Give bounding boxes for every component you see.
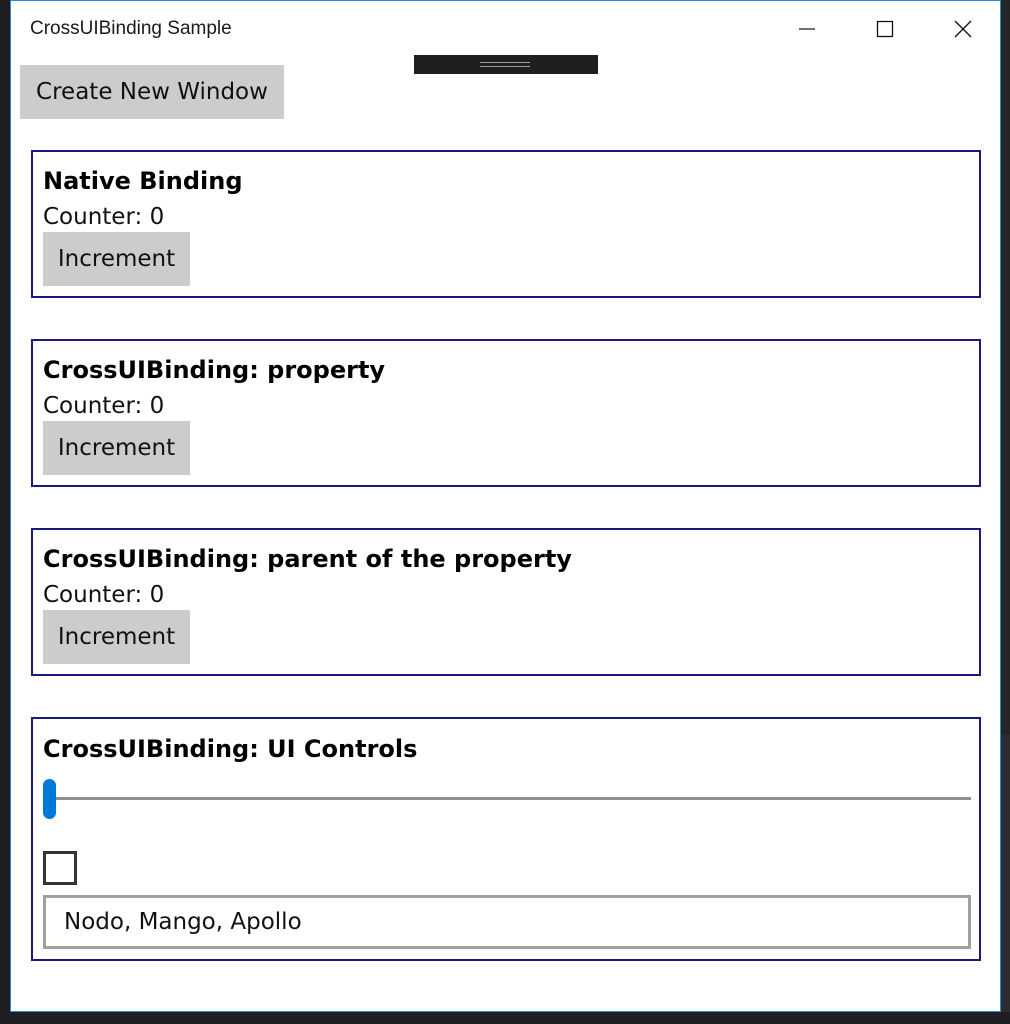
counter-label: Counter: 0 <box>43 582 165 608</box>
value-slider[interactable] <box>43 777 971 821</box>
minimize-icon <box>799 28 815 30</box>
panel-title: CrossUIBinding: UI Controls <box>43 735 418 763</box>
window-title: CrossUIBinding Sample <box>30 18 232 39</box>
text-input[interactable] <box>43 895 971 949</box>
panel-title: CrossUIBinding: property <box>43 356 386 384</box>
slider-thumb[interactable] <box>43 779 56 819</box>
close-button[interactable] <box>924 1 1002 57</box>
background-bottom-edge <box>0 1012 1010 1024</box>
panel-crossui-property: CrossUIBinding: property Counter: 0 Incr… <box>31 339 981 487</box>
counter-label: Counter: 0 <box>43 393 165 419</box>
increment-button[interactable]: Increment <box>43 421 190 475</box>
create-new-window-button[interactable]: Create New Window <box>20 65 284 119</box>
maximize-button[interactable] <box>846 1 924 57</box>
increment-button[interactable]: Increment <box>43 610 190 664</box>
background-editor-edge <box>0 0 10 1024</box>
panel-title: Native Binding <box>43 167 243 195</box>
background-editor-right-edge <box>1001 0 1010 1024</box>
slider-track[interactable] <box>43 797 971 800</box>
grip-icon <box>480 62 530 67</box>
title-bar[interactable]: CrossUIBinding Sample <box>11 1 1000 57</box>
panel-native-binding: Native Binding Counter: 0 Increment <box>31 150 981 298</box>
minimize-button[interactable] <box>768 1 846 57</box>
drag-handle[interactable] <box>414 55 598 74</box>
panel-crossui-ui-controls: CrossUIBinding: UI Controls <box>31 717 981 961</box>
maximize-icon <box>876 20 894 38</box>
checkbox[interactable] <box>43 851 77 885</box>
increment-button[interactable]: Increment <box>43 232 190 286</box>
panel-title: CrossUIBinding: parent of the property <box>43 545 572 573</box>
panel-crossui-parent-property: CrossUIBinding: parent of the property C… <box>31 528 981 676</box>
counter-label: Counter: 0 <box>43 204 165 230</box>
close-icon <box>954 20 972 38</box>
app-window: CrossUIBinding Sample Create New Window … <box>10 0 1001 1012</box>
